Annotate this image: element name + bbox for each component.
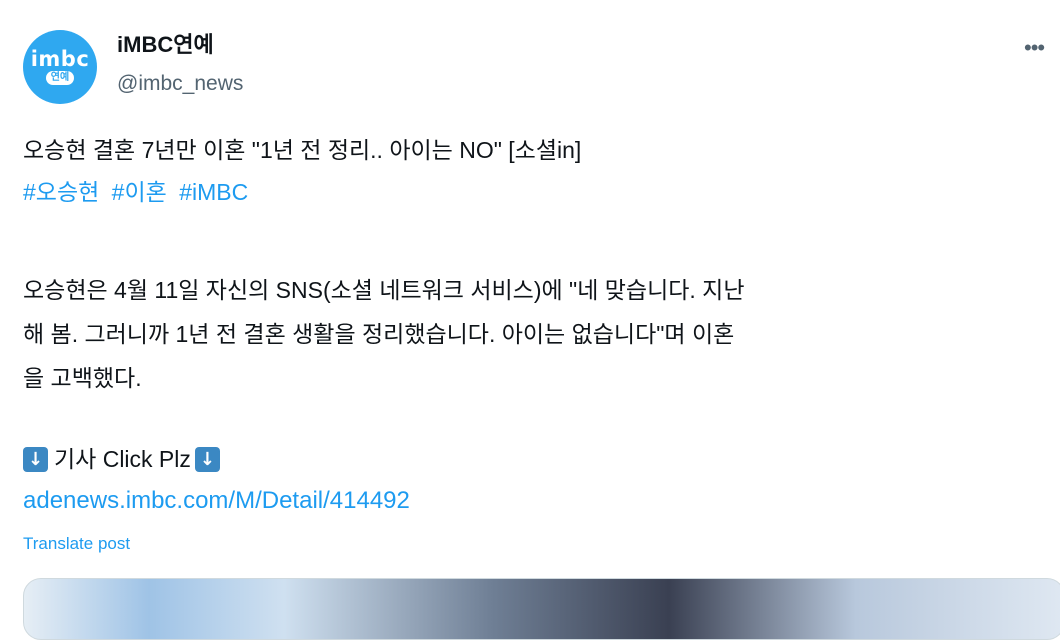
avatar-logo-subtext: 연예 [45,71,75,85]
post-paragraph: 오승현은 4월 11일 자신의 SNS(소셜 네트워크 서비스)에 "네 맞습니… [23,268,1053,400]
hashtag-link[interactable]: #오승현 [23,179,99,205]
avatar[interactable]: imbc 연예 [23,30,97,104]
hashtag-link[interactable]: #이혼 [112,179,167,205]
more-options-icon[interactable]: ••• [1024,30,1060,66]
author-display-name[interactable]: iMBC연예 [117,30,214,60]
click-prompt: ↓ 기사 Click Plz ↓ [23,442,1053,476]
article-link[interactable]: adenews.imbc.com/M/Detail/414492 [23,484,1053,518]
translate-post-button[interactable]: Translate post [23,532,130,556]
down-arrow-emoji-icon: ↓ [194,446,220,472]
author-handle[interactable]: @imbc_news [117,70,243,98]
click-prompt-text: 기사 Click Plz [54,446,191,472]
hashtag-link[interactable]: #iMBC [179,179,248,205]
avatar-logo-text: imbc [30,47,90,71]
paragraph-line: 을 고백했다. [23,365,142,391]
media-card-image[interactable] [23,578,1060,640]
tweet: imbc 연예 iMBC연예 @imbc_news ••• 오승현 결혼 7년만… [0,0,1060,640]
hashtag-list: #오승현 #이혼 #iMBC [23,175,1053,209]
paragraph-line: 오승현은 4월 11일 자신의 SNS(소셜 네트워크 서비스)에 "네 맞습니… [23,277,745,303]
down-arrow-emoji-icon: ↓ [23,446,48,472]
paragraph-line: 해 봄. 그러니까 1년 전 결혼 생활을 정리했습니다. 아이는 없습니다"며… [23,321,735,347]
post-headline: 오승현 결혼 7년만 이혼 "1년 전 정리.. 아이는 NO" [소셜in] [23,137,582,163]
